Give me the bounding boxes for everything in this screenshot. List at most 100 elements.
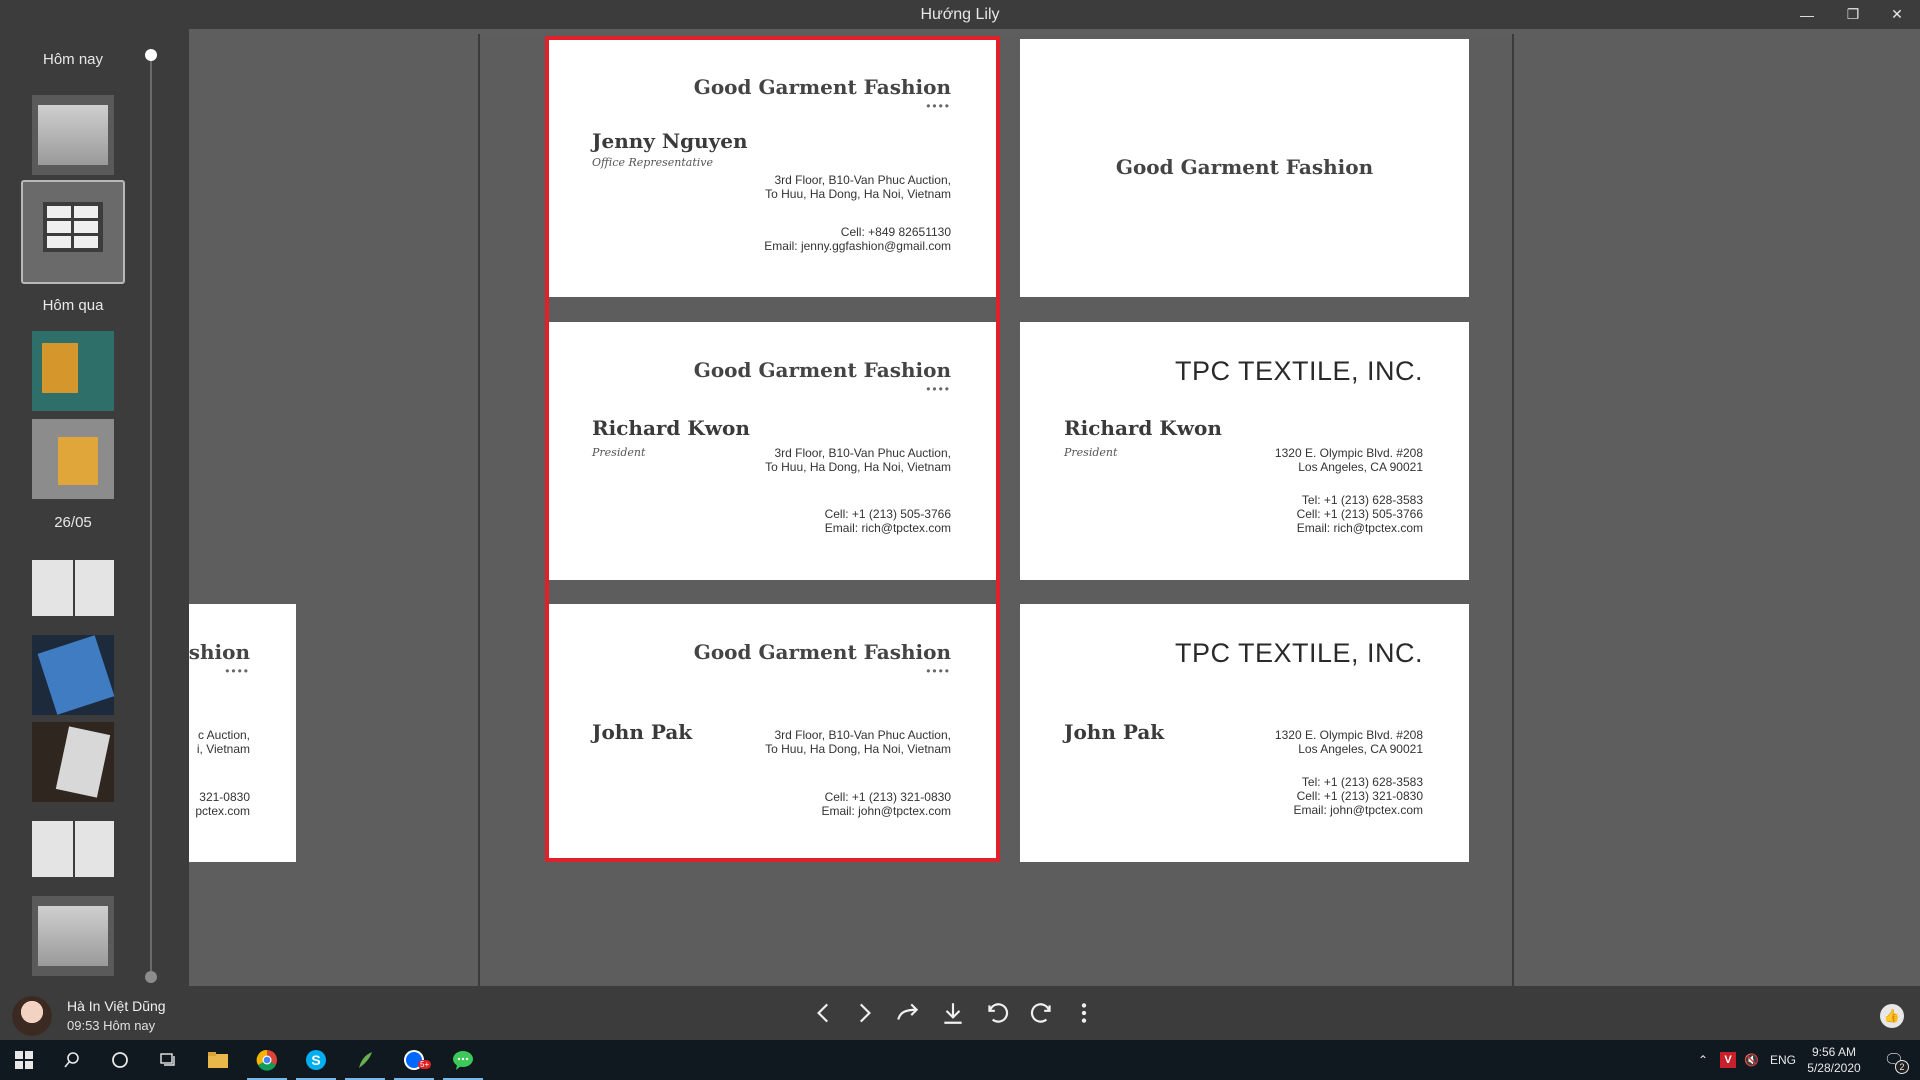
card-company: TPC TEXTILE, INC. [1174, 356, 1423, 386]
cortana-circle-icon [112, 1052, 128, 1068]
card-contact: Tel: +1 (213) 628-3583 Cell: +1 (213) 50… [1296, 493, 1423, 535]
card-contact: Cell: +1 (213) 321-0830 Email: john@tpct… [821, 790, 951, 818]
business-card: Good Garment Fashion •••• Jenny Nguyen O… [548, 39, 997, 297]
business-card: Good Garment Fashion [1020, 39, 1469, 297]
search-icon [64, 1052, 79, 1068]
card-address: 1320 E. Olympic Blvd. #208 Los Angeles, … [1274, 728, 1423, 756]
speaker-muted-icon: 🔇 [1744, 1053, 1759, 1067]
cortana-button[interactable] [96, 1040, 144, 1080]
card-company: Good Garment Fashion [1115, 155, 1374, 179]
chevron-left-icon [817, 1003, 829, 1023]
thumbnail[interactable] [32, 896, 114, 976]
chevron-right-icon [859, 1003, 871, 1023]
app-button[interactable] [341, 1040, 389, 1080]
business-card: Good Garment Fashion •••• John Pak 3rd F… [548, 604, 997, 862]
svg-text:S: S [311, 1052, 320, 1068]
task-view-button[interactable] [144, 1040, 192, 1080]
rotate-left-button[interactable] [981, 997, 1013, 1029]
search-button[interactable] [48, 1040, 96, 1080]
messenger-button[interactable] [439, 1040, 487, 1080]
more-vertical-icon [1081, 1003, 1087, 1023]
sender-avatar[interactable] [12, 996, 52, 1036]
task-view-icon [160, 1053, 175, 1066]
download-button[interactable] [937, 997, 969, 1029]
group-label-date: 26/05 [54, 514, 92, 531]
card-name: Richard Kwon [1064, 416, 1222, 440]
card-dots: •••• [926, 664, 951, 678]
card-dots: •••• [926, 99, 951, 113]
zalo-badge: 5+ [418, 1060, 432, 1069]
forward-icon [897, 1003, 919, 1020]
card-name: Richard Kwon [592, 416, 750, 440]
windows-taskbar: S 5+ ⌃ V 🔇 ENG 9:56 AM 5/28/2020 🗨 2 [0, 1040, 1920, 1080]
download-icon [944, 1003, 962, 1024]
viewer-toolbar: Hà In Việt Dũng 09:53 Hôm nay 👍 [0, 986, 1920, 1040]
maximize-button[interactable]: ❐ [1830, 0, 1876, 29]
close-button[interactable]: ✕ [1874, 0, 1920, 29]
card-name: John Pak [1064, 720, 1165, 744]
thumbnail[interactable] [32, 809, 114, 889]
card-address: 1320 E. Olympic Blvd. #208 Los Angeles, … [1274, 446, 1423, 474]
card-company: Good Garment Fashion [693, 358, 951, 382]
thumbnail[interactable] [32, 548, 114, 628]
tray-overflow[interactable]: ⌃ [1698, 1040, 1708, 1080]
business-card: Good Garment Fashion •••• Richard Kwon P… [548, 322, 997, 580]
card-role: President [592, 446, 646, 459]
timeline-track[interactable] [150, 55, 152, 977]
timeline-handle-bottom[interactable] [145, 971, 157, 983]
zalo-button[interactable]: 5+ [390, 1040, 438, 1080]
more-options-button[interactable] [1068, 997, 1100, 1029]
sender-name: Hà In Việt Dũng [67, 998, 166, 1014]
timeline-handle-top[interactable] [145, 49, 157, 61]
business-card: TPC TEXTILE, INC. Richard Kwon President… [1020, 322, 1469, 580]
rotate-left-icon [988, 1003, 1009, 1023]
frame-border-right [1512, 34, 1514, 986]
sent-time: 09:53 Hôm nay [67, 1018, 156, 1033]
thumbs-up-icon: 👍 [1883, 1008, 1901, 1023]
window-title: Hướng Lily [920, 6, 1000, 23]
previous-image-peek[interactable]: shion •••• c Auction, i, Vietnam 321-083… [189, 604, 296, 862]
chevron-up-icon: ⌃ [1698, 1053, 1709, 1067]
thumbnail[interactable] [32, 331, 114, 411]
prev-contact: 321-0830 pctex.com [195, 790, 250, 818]
vietnamese-input-icon: V [1720, 1052, 1736, 1068]
chrome-button[interactable] [243, 1040, 291, 1080]
card-contact: Cell: +1 (213) 505-3766 Email: rich@tpct… [824, 507, 951, 535]
action-center-button[interactable]: 🗨 [1876, 1040, 1912, 1080]
prev-address: c Auction, i, Vietnam [196, 728, 250, 756]
card-contact: Cell: +849 82651130 Email: jenny.ggfashi… [764, 225, 951, 253]
thumbnail[interactable] [32, 419, 114, 499]
next-image-button[interactable] [848, 997, 880, 1029]
card-address: 3rd Floor, B10-Van Phuc Auction, To Huu,… [765, 446, 951, 474]
prev-dots: •••• [225, 664, 250, 678]
start-button[interactable] [0, 1040, 48, 1080]
frame-border-left [478, 34, 480, 986]
folder-icon [208, 1052, 228, 1068]
rotate-right-icon [1030, 1003, 1051, 1023]
chat-bubble-icon [453, 1051, 473, 1070]
title-bar: Hướng Lily — ❐ ✕ [0, 0, 1920, 29]
card-company: Good Garment Fashion [693, 75, 951, 99]
rotate-right-button[interactable] [1026, 997, 1058, 1029]
tray-language[interactable]: ENG [1770, 1040, 1796, 1080]
skype-icon: S [306, 1050, 326, 1070]
card-company: TPC TEXTILE, INC. [1174, 638, 1423, 668]
thumbnail-selected[interactable] [21, 180, 125, 284]
skype-button[interactable]: S [292, 1040, 340, 1080]
file-explorer-button[interactable] [194, 1040, 242, 1080]
thumbnail[interactable] [32, 95, 114, 175]
like-button[interactable]: 👍 [1880, 1004, 1904, 1028]
forward-button[interactable] [892, 997, 924, 1029]
previous-image-button[interactable] [808, 997, 840, 1029]
tray-unikey[interactable]: V [1720, 1040, 1736, 1080]
thumbnail[interactable] [32, 635, 114, 715]
group-label-yesterday: Hôm qua [42, 297, 104, 314]
card-dots: •••• [926, 382, 951, 396]
tray-volume[interactable]: 🔇 [1744, 1040, 1759, 1080]
group-label-today: Hôm nay [42, 51, 104, 68]
thumbnail[interactable] [32, 722, 114, 802]
minimize-button[interactable]: — [1784, 0, 1830, 29]
media-sidebar: Hôm nay Hôm qua 26/05 [0, 29, 189, 986]
taskbar-clock[interactable]: 9:56 AM 5/28/2020 [1802, 1044, 1866, 1076]
windows-logo-icon [15, 1051, 33, 1069]
